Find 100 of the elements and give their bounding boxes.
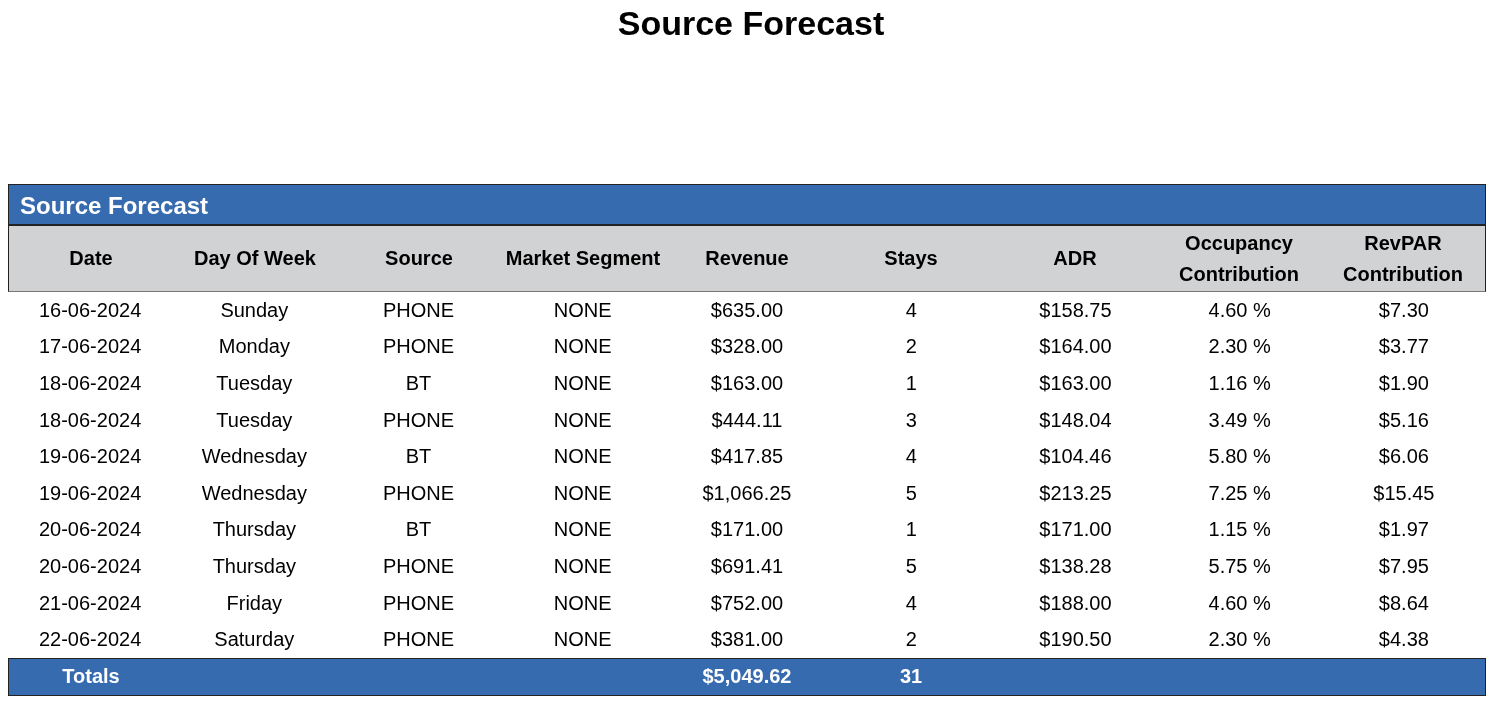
table-cell: Wednesday xyxy=(201,445,307,469)
table-cell: NONE xyxy=(553,335,612,359)
table-cell: $188.00 xyxy=(1039,591,1112,615)
table-cell: 2.30 % xyxy=(1208,335,1271,359)
table-cell: $5.16 xyxy=(1378,408,1429,432)
table-cell: 18-06-2024 xyxy=(38,408,142,432)
table-cell: 5 xyxy=(905,481,917,505)
totals-cell: 31 xyxy=(899,665,923,689)
table-cell: $171.00 xyxy=(1039,518,1112,542)
table-cell: $171.00 xyxy=(710,518,784,542)
table-cell: 20-06-2024 xyxy=(38,518,142,542)
column-header: Source xyxy=(385,246,453,271)
table-cell: 4 xyxy=(905,298,917,322)
table-cell: Monday xyxy=(218,335,290,359)
table-cell: 2 xyxy=(905,335,917,359)
table-cell: $163.00 xyxy=(710,372,784,395)
table-cell: Thursday xyxy=(212,554,296,578)
table-cell: $8.64 xyxy=(1378,591,1429,615)
table-cell: NONE xyxy=(553,298,612,322)
column-header: RevPAR Contribution xyxy=(1342,230,1464,287)
table-cell: $4.38 xyxy=(1378,628,1429,652)
table-cell: 5.75 % xyxy=(1208,554,1271,578)
table-cell: $15.45 xyxy=(1373,481,1435,505)
table-cell: 18-06-2024 xyxy=(38,372,142,395)
table-cell: PHONE xyxy=(383,481,455,505)
column-header: Stays xyxy=(884,246,938,271)
table-cell: PHONE xyxy=(383,591,455,615)
table-cell: NONE xyxy=(553,518,612,542)
table-cell: $328.00 xyxy=(710,335,784,359)
table-cell: 1 xyxy=(905,518,917,542)
table-cell: 4.60 % xyxy=(1208,298,1271,322)
table-cell: 1.15 % xyxy=(1208,518,1271,542)
totals-cell: $5,049.62 xyxy=(702,665,792,689)
table-cell: $3.77 xyxy=(1378,335,1429,359)
table-cell: 22-06-2024 xyxy=(38,628,142,652)
table-cell: $1.90 xyxy=(1378,372,1429,395)
table-cell: $444.11 xyxy=(711,408,783,432)
table-cell: Sunday xyxy=(220,298,289,322)
table-cell: $635.00 xyxy=(710,298,784,322)
page-title: Source Forecast xyxy=(616,3,886,44)
table-cell: Wednesday xyxy=(201,481,307,505)
table-cell: NONE xyxy=(553,445,612,469)
table-cell: 19-06-2024 xyxy=(38,445,142,469)
table-cell: $417.85 xyxy=(710,445,784,469)
totals-cell: Totals xyxy=(62,665,120,689)
table-cell: 4 xyxy=(905,445,917,469)
table-cell: NONE xyxy=(553,372,612,395)
table-cell: 5 xyxy=(905,554,917,578)
table-cell: NONE xyxy=(553,481,612,505)
table-cell: BT xyxy=(405,445,432,469)
table-cell: PHONE xyxy=(383,628,455,652)
column-header: ADR xyxy=(1053,246,1097,271)
table-cell: PHONE xyxy=(383,335,455,359)
table-cell: 7.25 % xyxy=(1208,481,1271,505)
table-cell: 20-06-2024 xyxy=(38,554,142,578)
table-cell: NONE xyxy=(553,408,612,432)
table-cell: BT xyxy=(405,518,432,542)
column-header: Day Of Week xyxy=(194,246,316,271)
table-cell: Saturday xyxy=(214,628,295,652)
table-cell: 19-06-2024 xyxy=(38,481,142,505)
table-cell: $381.00 xyxy=(710,628,784,652)
table-cell: $190.50 xyxy=(1039,628,1112,652)
table-cell: NONE xyxy=(553,591,612,615)
column-header: Date xyxy=(69,246,113,271)
table-cell: $164.00 xyxy=(1039,335,1112,359)
table-cell: $752.00 xyxy=(710,591,784,615)
table-cell: $1,066.25 xyxy=(702,481,792,505)
table-cell: BT xyxy=(405,372,432,395)
table-cell: PHONE xyxy=(383,408,455,432)
table-cell: $104.46 xyxy=(1039,445,1112,469)
column-header: Revenue xyxy=(705,246,789,271)
table-cell: Friday xyxy=(226,591,283,615)
column-header: Market Segment xyxy=(505,246,661,271)
table-cell: Tuesday xyxy=(216,408,293,432)
table-cell: 5.80 % xyxy=(1208,445,1271,469)
table-cell: NONE xyxy=(553,628,612,652)
table-cell: 1.16 % xyxy=(1208,372,1271,395)
table-cell: $6.06 xyxy=(1378,445,1429,469)
table-cell: PHONE xyxy=(383,554,455,578)
table-cell: 2 xyxy=(905,628,917,652)
table-cell: $148.04 xyxy=(1039,408,1112,432)
table-cell: Thursday xyxy=(212,518,296,542)
table-cell: $1.97 xyxy=(1378,518,1429,542)
table-cell: 1 xyxy=(905,372,917,395)
table-cell: Tuesday xyxy=(216,372,293,395)
table-cell: $7.30 xyxy=(1378,298,1429,322)
table-cell: 21-06-2024 xyxy=(38,591,142,615)
table-cell: $163.00 xyxy=(1039,372,1112,395)
table-cell: $691.41 xyxy=(710,554,784,578)
table-cell: 3 xyxy=(905,408,917,432)
table-cell: $158.75 xyxy=(1039,298,1112,322)
table-cell: 3.49 % xyxy=(1208,408,1271,432)
table-cell: 2.30 % xyxy=(1208,628,1271,652)
table-cell: NONE xyxy=(553,554,612,578)
table-cell: $7.95 xyxy=(1378,554,1429,578)
table-cell: PHONE xyxy=(383,298,455,322)
table-cell: 16-06-2024 xyxy=(38,298,142,322)
table-cell: $213.25 xyxy=(1039,481,1112,505)
table-cell: 4 xyxy=(905,591,917,615)
table-title: Source Forecast xyxy=(8,184,1486,226)
